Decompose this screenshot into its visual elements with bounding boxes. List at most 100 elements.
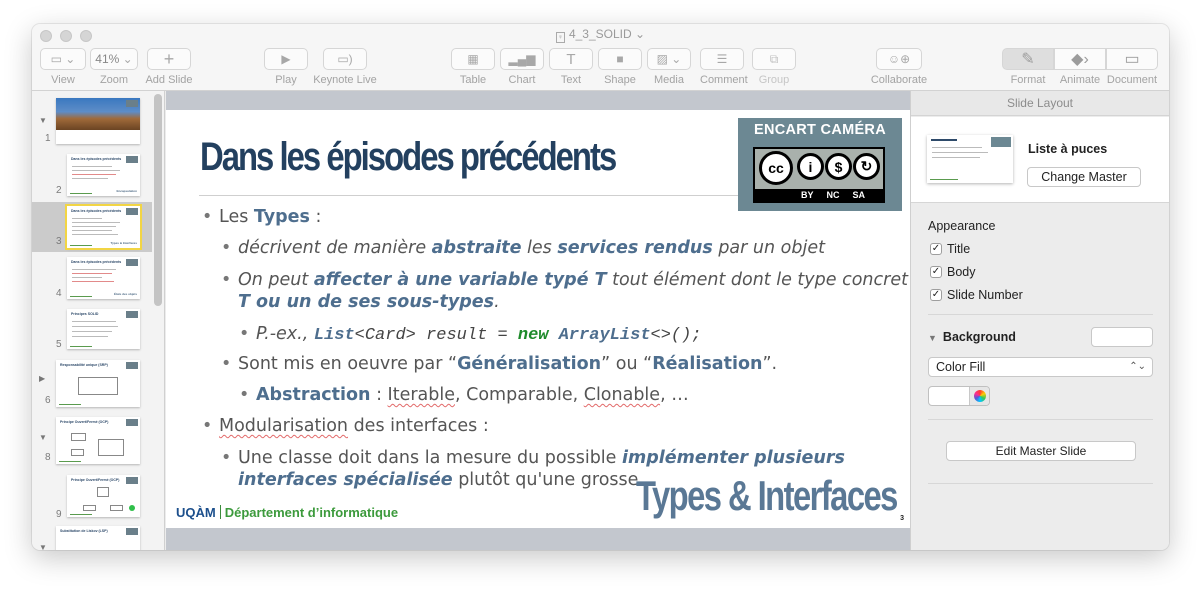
- slide-thumbnail-4[interactable]: Dans les épisodes précédents États des o…: [67, 257, 140, 299]
- divider: [928, 314, 1153, 315]
- background-disclosure[interactable]: ▼ Background: [928, 330, 1016, 344]
- toolbar: ♀ 4_3_SOLID ⌄ ▭ ⌄ View 41% ⌄ Zoom + Add S…: [32, 24, 1169, 91]
- checkmark-icon: ✓: [930, 266, 942, 278]
- collaborate-button[interactable]: ☺⊕ Collaborate: [870, 48, 928, 86]
- slide-navigator: ▼ 1 2 Dans les épisodes précédents Encap…: [32, 91, 165, 550]
- shape-button[interactable]: ■ Shape: [598, 48, 642, 86]
- footer-logo: UQÀM Département d’informatique: [176, 505, 399, 520]
- color-wheel-button[interactable]: [969, 387, 989, 405]
- slide-thumbnail-10[interactable]: Substitution de Liskov (LSP): [56, 526, 140, 550]
- inspector-header: Slide Layout: [911, 91, 1169, 116]
- table-icon: ▦: [451, 48, 495, 70]
- image-icon: ▨ ⌄: [647, 48, 691, 70]
- format-inspector: Slide Layout Liste à puces Change Master…: [910, 91, 1169, 550]
- keynote-live-button[interactable]: ▭) Keynote Live: [312, 48, 378, 86]
- slide-thumbnail-6[interactable]: Responsabilité unique (SRP): [56, 360, 140, 407]
- slide[interactable]: Dans les épisodes précédents ENCART CAMÉ…: [166, 110, 910, 528]
- section-label[interactable]: Types & Interfaces: [636, 472, 898, 520]
- bar-chart-icon: ▂▄▆: [500, 48, 544, 70]
- chevron-down-icon: ⌄: [635, 27, 646, 41]
- group-button[interactable]: ⧉ Group: [752, 48, 796, 86]
- slide-canvas: Dans les épisodes précédents ENCART CAMÉ…: [166, 91, 910, 550]
- format-tab[interactable]: ✎ Format: [1002, 48, 1054, 86]
- disclosure-expanded-icon[interactable]: ▼: [39, 543, 47, 550]
- checkmark-icon: ✓: [930, 289, 942, 301]
- view-button[interactable]: ▭ ⌄ View: [40, 48, 86, 86]
- slide-thumbnail-8[interactable]: Principe Ouvert/Fermé (OCP): [56, 417, 140, 464]
- add-slide-button[interactable]: + Add Slide: [145, 48, 193, 86]
- bullet-types: • Les Types :: [202, 207, 322, 227]
- creative-commons-badge: cc i $ ↻ BY NC SA: [753, 147, 885, 203]
- plus-icon: +: [147, 48, 191, 70]
- edit-master-slide-button[interactable]: Edit Master Slide: [946, 441, 1136, 461]
- bullet-class-interfaces-cont: interfaces spécialisée plutôt qu'une gro…: [238, 470, 644, 490]
- slide-number-checkbox[interactable]: ✓ Slide Number: [930, 288, 1023, 302]
- animate-tab[interactable]: ◆› Animate: [1054, 48, 1106, 86]
- color-wheel-icon: [973, 390, 986, 402]
- title-checkbox[interactable]: ✓ Title: [930, 242, 970, 256]
- disclosure-expanded-icon[interactable]: ▼: [39, 433, 47, 442]
- bullet-implementation: • Sont mis en oeuvre par “Généralisation”…: [221, 354, 778, 374]
- attribution-icon: i: [797, 153, 824, 180]
- sidebar-view-icon: ▭ ⌄: [40, 48, 86, 70]
- bullet-class-interfaces: • Une classe doit dans la mesure du possi…: [221, 448, 845, 468]
- change-master-button[interactable]: Change Master: [1027, 167, 1141, 187]
- bullet-describe: • décrivent de manière abstraite les serv…: [221, 238, 825, 258]
- add-person-icon: ☺⊕: [876, 48, 922, 70]
- master-name: Liste à puces: [1028, 142, 1108, 156]
- master-thumbnail[interactable]: [927, 135, 1013, 183]
- slide-thumbnail-3[interactable]: Dans les épisodes précédents Types & Int…: [65, 204, 142, 250]
- bullet-assign: • On peut affecter à une variable typé T …: [221, 270, 910, 290]
- master-preview: Liste à puces Change Master: [911, 117, 1169, 203]
- slide-thumbnail-2[interactable]: Dans les épisodes précédents Encapsulati…: [67, 154, 140, 196]
- license-box[interactable]: ENCART CAMÉRA cc i $ ↻ BY NC SA: [738, 118, 902, 211]
- appearance-heading: Appearance: [928, 219, 996, 233]
- disclosure-triangle-icon: ▼: [928, 333, 937, 343]
- play-icon: ▶: [264, 48, 308, 70]
- slide-thumbnail-5[interactable]: Principes SOLID: [67, 309, 140, 349]
- sharealike-icon: ↻: [853, 153, 880, 180]
- laptop-broadcast-icon: ▭): [323, 48, 367, 70]
- disclosure-expanded-icon[interactable]: ▼: [39, 116, 47, 125]
- chevron-down-icon: ⌄: [122, 52, 133, 66]
- comment-button[interactable]: ☰ Comment: [700, 48, 748, 86]
- zoom-select[interactable]: 41% ⌄ Zoom: [90, 48, 138, 86]
- noncommercial-icon: $: [825, 153, 852, 180]
- fill-type-select[interactable]: Color Fill ⌃⌄: [928, 357, 1153, 377]
- document-tab[interactable]: ▭ Document: [1106, 48, 1158, 86]
- disclosure-collapsed-icon[interactable]: ▶: [39, 374, 45, 383]
- bullet-assign-cont: T ou un de ses sous-types.: [238, 292, 500, 312]
- checkmark-icon: ✓: [930, 243, 942, 255]
- bullet-modularisation: • Modularisation des interfaces :: [202, 416, 489, 436]
- text-icon: T: [549, 48, 593, 70]
- document-title[interactable]: ♀ 4_3_SOLID ⌄: [32, 27, 1169, 43]
- check-badge-icon: [129, 505, 135, 511]
- divider: [928, 483, 1153, 484]
- updown-chevron-icon: ⌃⌄: [1129, 361, 1146, 372]
- table-button[interactable]: ▦ Table: [451, 48, 495, 86]
- diagram-mini: [78, 377, 118, 395]
- fill-color-well[interactable]: [928, 386, 990, 406]
- slide-thumbnail-9[interactable]: Principe Ouvert/Fermé (OCP): [67, 475, 140, 517]
- cc-icon: cc: [759, 151, 793, 185]
- keynote-window: ♀ 4_3_SOLID ⌄ ▭ ⌄ View 41% ⌄ Zoom + Add S…: [32, 24, 1169, 550]
- animate-diamond-icon: ◆›: [1054, 48, 1106, 70]
- chart-button[interactable]: ▂▄▆ Chart: [500, 48, 544, 86]
- square-shape-icon: ■: [598, 48, 642, 70]
- slide-thumbnail-1[interactable]: [56, 98, 140, 144]
- title-divider: [199, 195, 739, 196]
- comment-icon: ☰: [700, 48, 744, 70]
- media-button[interactable]: ▨ ⌄ Media: [647, 48, 691, 86]
- slide-title[interactable]: Dans les épisodes précédents: [200, 135, 617, 180]
- inspector-tabs: ✎ Format ◆› Animate ▭ Document: [1002, 48, 1158, 86]
- paintbrush-icon: ✎: [1002, 48, 1054, 70]
- background-preview-swatch[interactable]: [1091, 327, 1153, 347]
- group-icon: ⧉: [752, 48, 796, 70]
- body-checkbox[interactable]: ✓ Body: [930, 265, 976, 279]
- bullet-example: • P.-ex., List<Card> result = new ArrayLi…: [239, 324, 702, 345]
- document-icon: ▭: [1106, 48, 1158, 70]
- text-button[interactable]: T Text: [549, 48, 593, 86]
- play-button[interactable]: ▶ Play: [264, 48, 308, 86]
- navigator-scrollbar[interactable]: [154, 94, 162, 306]
- license-badge-mini: [126, 100, 138, 107]
